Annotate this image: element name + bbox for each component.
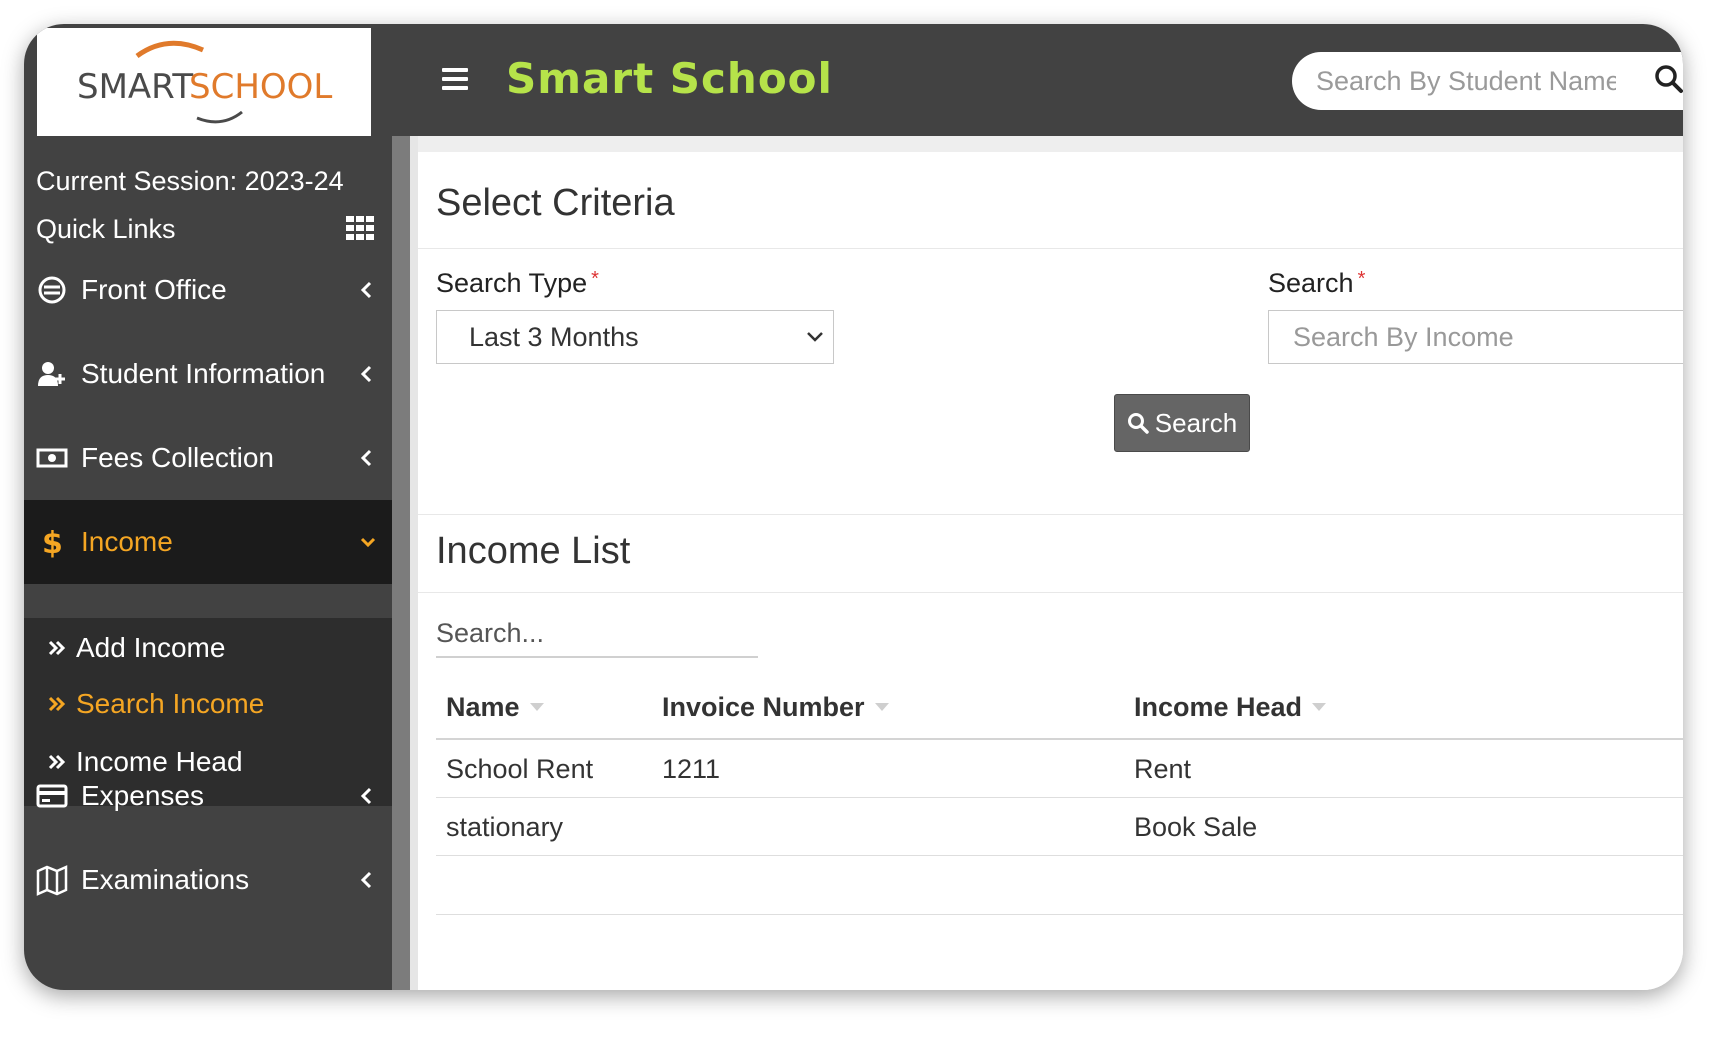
app-title: Smart School	[506, 54, 833, 103]
required-mark: *	[591, 268, 599, 290]
chevron-down-icon	[360, 537, 376, 548]
current-session: Current Session: 2023-24	[36, 166, 344, 196]
sidebar-item-fees-collection[interactable]: Fees Collection	[24, 416, 392, 500]
sidebar-item-student-information[interactable]: Student Information	[24, 332, 392, 416]
search-icon[interactable]	[1654, 64, 1683, 94]
double-chevron-right-icon	[48, 640, 66, 656]
cell-income-head: Book Sale	[1134, 812, 1258, 842]
chevron-left-icon	[360, 449, 372, 467]
double-chevron-right-icon	[48, 696, 66, 712]
top-navbar: SMART SCHOOL Smart School	[24, 24, 1683, 136]
logo[interactable]: SMART SCHOOL	[37, 28, 371, 136]
submenu-item-search-income[interactable]: Search Income	[46, 684, 264, 724]
cell-name: stationary	[446, 812, 564, 842]
quick-links-label[interactable]: Quick Links	[36, 214, 176, 245]
cell-invoice: 1211	[662, 754, 721, 784]
sidebar-item-label: Income	[81, 526, 173, 557]
student-search-input[interactable]	[1316, 65, 1616, 97]
chevron-left-icon	[360, 871, 372, 889]
sidebar-item-label: Front Office	[81, 274, 227, 305]
search-button[interactable]: Search	[1114, 394, 1250, 452]
income-list-title: Income List	[436, 530, 631, 572]
search-type-label: Search Type *	[436, 268, 599, 298]
sidebar: Current Session: 2023-24 Quick Links Fro…	[24, 136, 392, 990]
sidebar-item-label: Expenses	[81, 780, 204, 811]
sort-icon	[1312, 702, 1327, 711]
menu-toggle-icon[interactable]	[442, 68, 468, 90]
svg-text:$: $	[42, 526, 63, 558]
sort-icon	[874, 702, 889, 711]
logo-smart-text: SMART	[77, 67, 193, 107]
search-income-input[interactable]	[1268, 310, 1683, 364]
search-type-select[interactable]: Last 3 Months	[436, 310, 834, 364]
search-icon	[1127, 413, 1149, 434]
chevron-left-icon	[360, 365, 372, 383]
search-label: Search *	[1268, 268, 1366, 298]
front-office-icon	[38, 276, 66, 304]
select-criteria-title: Select Criteria	[436, 182, 675, 224]
student-search-box[interactable]	[1292, 52, 1683, 110]
grid-icon[interactable]	[346, 216, 374, 240]
sidebar-item-examinations[interactable]: Examinations	[24, 838, 392, 922]
income-list-search-input[interactable]	[436, 610, 758, 658]
chevron-left-icon	[360, 787, 372, 805]
sort-icon	[529, 702, 544, 711]
user-plus-icon	[38, 362, 65, 386]
sidebar-item-expenses[interactable]: Expenses	[24, 754, 392, 838]
sidebar-scrollbar[interactable]	[392, 136, 410, 990]
submenu-item-label: Add Income	[76, 632, 226, 663]
cell-name: School Rent	[446, 754, 594, 784]
submenu-item-label: Search Income	[76, 688, 265, 719]
money-icon	[36, 448, 68, 468]
credit-card-icon	[36, 784, 68, 808]
sidebar-item-label: Fees Collection	[81, 442, 274, 473]
search-button-label: Search	[1154, 407, 1238, 438]
column-header-income-head[interactable]: Income Head	[1134, 692, 1327, 723]
cell-income-head: Rent	[1134, 754, 1192, 784]
sidebar-item-income[interactable]: $ Income	[24, 500, 392, 584]
content-panel: Select Criteria Search Type * Last 3 Mont…	[418, 152, 1683, 990]
dollar-icon: $	[42, 526, 63, 558]
submenu-item-add-income[interactable]: Add Income	[46, 628, 225, 668]
app-window: SMART SCHOOL Smart School Current Sessio…	[24, 24, 1683, 990]
column-header-invoice-number[interactable]: Invoice Number	[662, 692, 889, 723]
logo-school-text: SCHOOL	[189, 67, 332, 107]
chevron-left-icon	[360, 281, 372, 299]
chevron-down-icon	[807, 332, 823, 342]
column-header-name[interactable]: Name	[446, 692, 544, 723]
sidebar-item-label: Student Information	[81, 358, 326, 389]
sidebar-item-front-office[interactable]: Front Office	[24, 248, 392, 332]
required-mark: *	[1357, 268, 1366, 290]
sidebar-item-label: Examinations	[81, 864, 250, 895]
map-icon	[36, 865, 68, 896]
search-type-value: Last 3 Months	[469, 321, 639, 352]
main-content: Select Criteria Search Type * Last 3 Mont…	[418, 136, 1683, 990]
